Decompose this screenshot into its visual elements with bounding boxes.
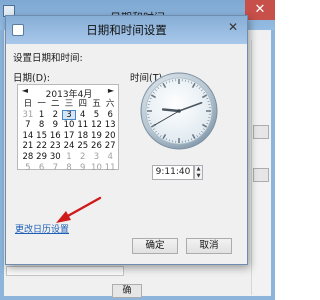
calendar-day[interactable]: 3	[62, 109, 76, 121]
calendar-day[interactable]: 2	[48, 110, 62, 121]
calendar-day[interactable]: 30	[48, 152, 62, 163]
weekday-label: 四	[78, 99, 87, 109]
calendar-day[interactable]: 2	[76, 152, 90, 163]
weekday-label: 日	[23, 99, 33, 109]
calendar-day[interactable]: 23	[48, 141, 62, 152]
calendar-day[interactable]: 12	[90, 120, 104, 131]
calendar-day[interactable]: 28	[21, 152, 35, 163]
calendar-day[interactable]: 15	[35, 131, 49, 142]
calendar-day[interactable]: 13	[103, 120, 117, 131]
calendar-day[interactable]: 9	[48, 120, 62, 131]
calendar-next-button[interactable]: ►	[106, 86, 116, 95]
calendar-day[interactable]: 26	[90, 141, 104, 152]
settings-heading: 设置日期和时间:	[13, 53, 83, 64]
calendar-week-row: 7 8 9 10 11 12 13	[21, 120, 117, 131]
calendar-day[interactable]: 5	[21, 163, 35, 174]
calendar-day[interactable]: 10	[90, 163, 104, 174]
calendar-day[interactable]: 7	[21, 120, 35, 131]
hour-hand	[161, 108, 181, 113]
spinner-down-icon[interactable]: ▼	[195, 173, 202, 180]
calendar-day[interactable]: 7	[48, 163, 62, 174]
calendar-day[interactable]: 14	[21, 131, 35, 142]
calendar-day[interactable]: 6	[35, 163, 49, 174]
weekday-label: 六	[105, 99, 115, 109]
calendar-grid: 日 一 二 三 四 五 六 31 1 2 3 4 5 6 7 8 9 10 11 12 13 14 15 16 1…	[21, 99, 117, 173]
weekday-label: 一	[37, 99, 46, 109]
time-input[interactable]: 9:11:40	[152, 165, 194, 180]
calendar-day[interactable]: 27	[103, 141, 117, 152]
ok-button[interactable]: 确定	[132, 238, 178, 254]
calendar-day[interactable]: 4	[76, 110, 90, 121]
weekday-label: 二	[51, 99, 60, 109]
outer-bottom-field	[6, 266, 124, 276]
calendar-day[interactable]: 6	[103, 110, 117, 121]
clock-face	[140, 72, 218, 150]
calendar-day[interactable]: 22	[35, 141, 49, 152]
calendar-day[interactable]: 4	[103, 152, 117, 163]
cancel-button[interactable]: 取消	[186, 238, 232, 254]
dialog-title: 日期和时间设置	[86, 23, 167, 37]
calendar-day[interactable]: 20	[103, 131, 117, 142]
calendar-week-row: 21 22 23 24 25 26 27	[21, 141, 117, 152]
calendar-day[interactable]: 16	[48, 131, 62, 142]
calendar-day[interactable]: 31	[21, 110, 35, 121]
calendar-week-row: 31 1 2 3 4 5 6	[21, 109, 117, 121]
calendar-day[interactable]: 19	[90, 131, 104, 142]
outer-ok-button[interactable]: 确	[112, 284, 142, 298]
calendar-day[interactable]: 17	[62, 131, 76, 142]
dialog-close-button[interactable]: ✕	[222, 18, 244, 36]
calendar-day[interactable]: 1	[35, 110, 49, 121]
outer-side-button[interactable]	[253, 125, 269, 139]
weekday-label: 三	[64, 99, 74, 109]
calendar-day[interactable]: 18	[76, 131, 90, 142]
time-spinner[interactable]: ▲ ▼	[194, 165, 203, 180]
calendar[interactable]: ◄ 2013年4月 ► 日 一 二 三 四 五 六 31 1 2 3 4 5 6 7 8 9 10 1…	[17, 84, 119, 173]
calendar-day[interactable]: 8	[35, 120, 49, 131]
calendar-day[interactable]: 21	[21, 141, 35, 152]
calendar-day[interactable]: 11	[103, 163, 117, 174]
calendar-day[interactable]: 5	[90, 110, 104, 121]
calendar-day[interactable]: 25	[76, 141, 90, 152]
calendar-day[interactable]: 3	[90, 152, 104, 163]
calendar-week-row: 14 15 16 17 18 19 20	[21, 131, 117, 142]
calendar-day[interactable]: 10	[62, 120, 76, 131]
calendar-day[interactable]: 8	[62, 163, 76, 174]
calendar-day[interactable]: 11	[76, 120, 90, 131]
calendar-day[interactable]: 29	[35, 152, 49, 163]
calendar-day[interactable]: 1	[62, 152, 76, 163]
analog-clock	[140, 72, 218, 150]
outer-side-button[interactable]	[253, 168, 269, 182]
calendar-week-row: 5 6 7 8 9 10 11	[21, 163, 117, 174]
calendar-day[interactable]: 24	[62, 141, 76, 152]
calendar-day[interactable]: 9	[76, 163, 90, 174]
dialog-title-bar: 日期和时间设置 ✕	[6, 16, 247, 44]
date-label: 日期(D):	[13, 73, 50, 84]
change-calendar-settings-link[interactable]: 更改日历设置	[15, 222, 69, 235]
outer-close-button[interactable]: ✕	[245, 0, 275, 20]
calendar-week-row: 28 29 30 1 2 3 4	[21, 152, 117, 163]
weekday-header: 日 一 二 三 四 五 六	[21, 99, 117, 110]
weekday-label: 五	[92, 99, 101, 109]
